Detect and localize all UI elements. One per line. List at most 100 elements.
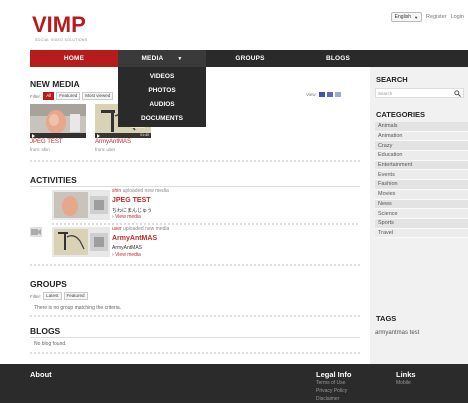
- divider: [30, 264, 360, 266]
- media-user[interactable]: shin: [42, 147, 50, 152]
- nav-blogs[interactable]: BLOGS: [294, 50, 382, 67]
- vimp-logo[interactable]: VIMP SOCIAL VIDEO SOLUTIONS: [32, 12, 98, 43]
- language-value: English: [394, 14, 412, 20]
- category-item[interactable]: Events: [375, 170, 468, 181]
- filter-label: Filter:: [30, 93, 42, 99]
- divider: [30, 160, 360, 162]
- filter-all[interactable]: All: [43, 92, 55, 100]
- footer: About Legal Info Terms of Use Privacy Po…: [0, 364, 468, 403]
- activity-user[interactable]: shin: [112, 188, 121, 194]
- dropdown-item-documents[interactable]: DOCUMENTS: [118, 111, 206, 125]
- nav-media[interactable]: MEDIA ▼: [118, 50, 206, 67]
- activity-thumbnail[interactable]: [52, 227, 110, 257]
- activity-line: shin uploaded new media: [112, 188, 169, 194]
- media-user[interactable]: user: [107, 147, 116, 152]
- category-item[interactable]: Animals: [375, 122, 468, 132]
- header-top-right: English ▼ Register Login: [390, 12, 464, 22]
- list-view-icon[interactable]: [334, 92, 341, 97]
- activity-title[interactable]: ArmyAntMAS: [112, 235, 157, 242]
- filter-label: Filter:: [30, 293, 42, 299]
- footer-links-title: Links: [396, 370, 416, 379]
- view-label: View:: [306, 92, 317, 97]
- category-list: Animals Animation Crazy Education Entert…: [375, 122, 468, 239]
- view-switcher: View:: [306, 92, 341, 97]
- category-item[interactable]: Crazy: [375, 141, 468, 152]
- media-title[interactable]: JPEG TEST: [30, 139, 63, 145]
- video-icon-glyph: [31, 229, 41, 235]
- groups-empty-message: There is no group matching the criteria.: [34, 305, 121, 311]
- nav-home[interactable]: HOME: [30, 50, 118, 67]
- category-item[interactable]: Travel: [375, 228, 468, 239]
- blogs-title: BLOGS: [30, 326, 61, 336]
- category-item[interactable]: Entertainment: [375, 160, 468, 171]
- play-icon: [97, 133, 100, 138]
- activity-description: ArmyAntMAS: [112, 245, 143, 251]
- footer-link[interactable]: Privacy Policy: [316, 388, 347, 394]
- logo-tagline: SOCIAL VIDEO SOLUTIONS: [35, 38, 88, 42]
- divider: [30, 352, 360, 354]
- media-from: from: user: [95, 147, 115, 152]
- search-title: SEARCH: [376, 75, 408, 84]
- dropdown-item-videos[interactable]: VIDEOS: [118, 69, 206, 83]
- footer-link[interactable]: Mobile: [396, 380, 411, 386]
- tile-view-icon[interactable]: [326, 92, 333, 97]
- filter-latest[interactable]: Latest: [43, 292, 62, 300]
- dropdown-item-audios[interactable]: AUDIOS: [118, 97, 206, 111]
- view-media-label: View media: [115, 214, 141, 220]
- footer-link[interactable]: Disclaimer: [316, 396, 339, 402]
- nav-blogs-label: BLOGS: [325, 55, 351, 62]
- filter-featured[interactable]: Featured: [56, 92, 81, 100]
- from-label: from:: [30, 147, 41, 152]
- video-icon: [30, 227, 42, 237]
- activity-line: user uploaded new media: [112, 226, 169, 232]
- activity-action: uploaded new media: [122, 188, 169, 194]
- chevron-down-icon: ▼: [414, 14, 419, 20]
- media-dropdown: VIDEOS PHOTOS AUDIOS DOCUMENTS: [118, 67, 206, 127]
- thumbnail-bar: [30, 133, 86, 138]
- video-duration: 01:40: [140, 133, 149, 137]
- tags-title: TAGS: [376, 314, 397, 323]
- filter-most-viewed[interactable]: Most viewed: [82, 92, 114, 100]
- new-media-title: NEW MEDIA: [30, 79, 80, 89]
- groups-filter: Filter: Latest Featured: [30, 292, 88, 300]
- filter-featured[interactable]: Featured: [63, 292, 88, 300]
- footer-about[interactable]: About: [30, 370, 52, 379]
- media-title[interactable]: ArmyAntMAS: [95, 139, 131, 145]
- media-thumbnail[interactable]: [30, 104, 86, 138]
- category-item[interactable]: Science: [375, 209, 468, 219]
- activity-description: ちわにまんじゅう: [112, 208, 153, 214]
- chevron-down-icon: ▼: [177, 55, 183, 62]
- activities-title: ACTIVITIES: [30, 175, 77, 185]
- tag-cloud[interactable]: armyantmas test: [375, 330, 419, 336]
- category-item[interactable]: Animation: [375, 131, 468, 142]
- activity-user[interactable]: user: [112, 226, 122, 232]
- header: VIMP SOCIAL VIDEO SOLUTIONS English ▼ Re…: [0, 0, 468, 46]
- nav-groups[interactable]: GROUPS: [206, 50, 294, 67]
- search-icon[interactable]: [454, 89, 461, 97]
- logo-text: VIMP: [32, 12, 86, 37]
- blogs-empty-message: No blog found.: [34, 341, 67, 347]
- activity-image: [52, 190, 110, 220]
- activity-thumbnail[interactable]: [52, 190, 110, 220]
- register-link[interactable]: Register: [426, 14, 446, 20]
- category-item[interactable]: Education: [375, 151, 468, 161]
- activity-action: uploaded new media: [123, 226, 170, 232]
- view-media-label: View media: [115, 252, 141, 258]
- search-input[interactable]: Search: [375, 88, 464, 98]
- activity-title[interactable]: JPEG TEST: [112, 197, 151, 204]
- footer-link[interactable]: Terms of Use: [316, 380, 345, 386]
- view-media-link[interactable]: › View media: [112, 214, 141, 220]
- grid-view-icon[interactable]: [318, 92, 325, 97]
- divider: [52, 223, 360, 225]
- category-item[interactable]: News: [375, 199, 468, 210]
- view-media-link[interactable]: › View media: [112, 252, 141, 258]
- login-link[interactable]: Login: [451, 14, 464, 20]
- divider: [30, 186, 360, 187]
- category-item[interactable]: Fashion: [375, 180, 468, 190]
- language-select[interactable]: English ▼: [390, 12, 423, 22]
- dropdown-item-photos[interactable]: PHOTOS: [118, 83, 206, 97]
- category-item[interactable]: Sports: [375, 218, 468, 229]
- media-from: from: shin: [30, 147, 50, 152]
- category-item[interactable]: Movies: [375, 189, 468, 200]
- from-label: from:: [95, 147, 106, 152]
